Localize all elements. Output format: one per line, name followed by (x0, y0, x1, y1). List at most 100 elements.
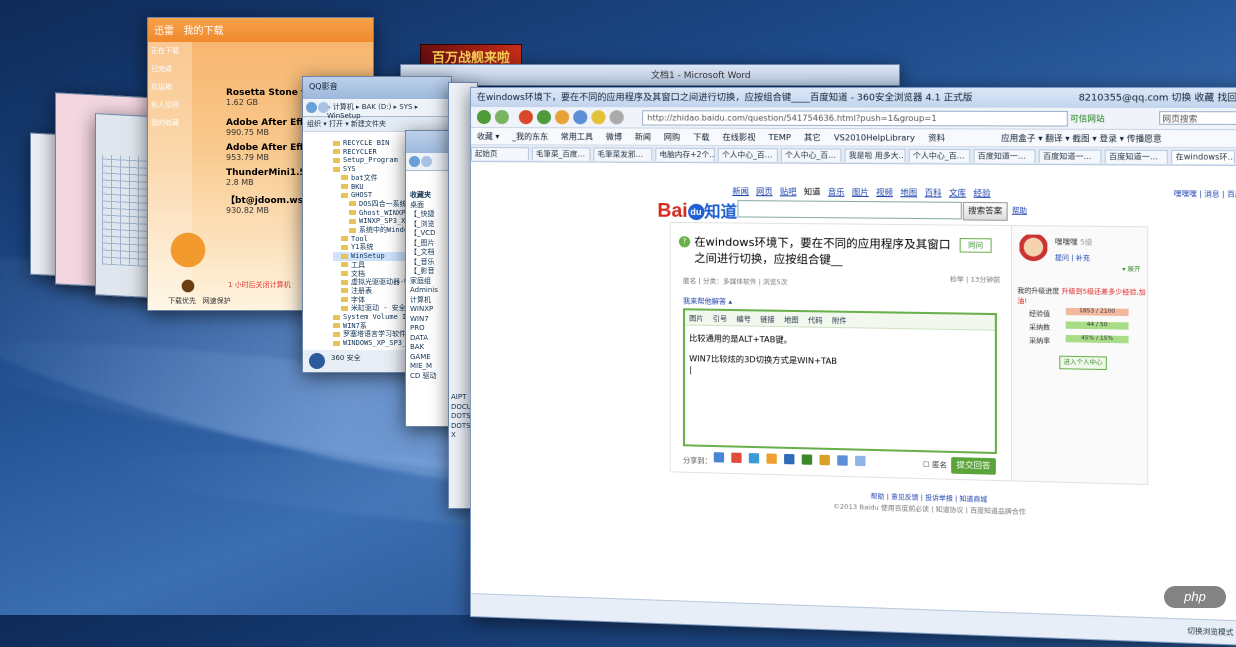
editor-image-button[interactable]: 图片 (689, 314, 703, 322)
same-question-button[interactable]: 同问 (960, 238, 992, 253)
list-item[interactable]: 【_文档 (410, 248, 438, 258)
baidu-search-input[interactable] (737, 200, 961, 219)
baidu-share-icon[interactable] (784, 454, 794, 464)
editor-code-button[interactable]: 代码 (808, 316, 823, 324)
history-icon[interactable] (591, 110, 605, 124)
fav-item[interactable]: 常用工具 (561, 132, 593, 141)
fav-item[interactable]: 新闻 (635, 133, 651, 142)
fav-item[interactable]: _我的东东 (512, 132, 548, 141)
browser-tab-active[interactable]: 在windows环… (1171, 150, 1235, 164)
nav-link[interactable]: 地图 (900, 188, 917, 197)
stop-icon[interactable] (519, 110, 533, 124)
editor-link-button[interactable]: 链接 (760, 316, 775, 324)
avatar[interactable] (1019, 234, 1047, 265)
nav-link[interactable]: 贴吧 (780, 187, 797, 196)
browser-window[interactable]: 在windows环境下，要在不同的应用程序及其窗口之间进行切换，应按组合键__ _… (470, 87, 1236, 647)
qzone-icon[interactable] (714, 452, 724, 462)
editor-attach-button[interactable]: 附件 (832, 317, 847, 325)
nav-link[interactable]: 百科 (925, 188, 942, 197)
kaixin-icon[interactable] (819, 455, 829, 466)
thunder-sidebar-item[interactable]: 已完成 (148, 60, 192, 78)
thunder-sidebar-item[interactable]: 正在下载 (148, 42, 192, 60)
list-item[interactable]: AIPT (451, 393, 472, 403)
home-icon[interactable] (555, 110, 569, 124)
list-item[interactable]: 【_影音 (410, 267, 438, 277)
fav-item[interactable]: 资料 (928, 133, 945, 142)
forward-icon[interactable] (495, 110, 509, 124)
fav-item[interactable]: 下载 (693, 133, 709, 142)
baidu-logo[interactable]: Bai du 知道 (657, 197, 737, 223)
list-item[interactable]: WIN7 (410, 315, 438, 325)
douban-icon[interactable] (802, 454, 812, 465)
weibo-icon[interactable] (731, 453, 741, 463)
user-name[interactable]: 嘿嘿嘿 5级 (1055, 237, 1092, 248)
renren-icon[interactable] (766, 453, 776, 463)
fav-item[interactable]: 其它 (804, 133, 821, 142)
editor-quote-button[interactable]: 引号 (713, 315, 727, 323)
list-item[interactable]: PRO (410, 324, 438, 334)
answer-editor[interactable]: 图片 引号 编号 链接 地图 代码 附件 比较通用的是ALT+TAB键。 WIN7比较炫的3… (683, 308, 997, 454)
user-links[interactable]: 提问 | 补充 (1055, 251, 1090, 262)
undo-icon[interactable] (573, 110, 587, 124)
list-item[interactable]: CD 驱动 (410, 372, 438, 382)
list-item[interactable]: DOTS (451, 422, 472, 432)
list-item[interactable]: DOTS (451, 412, 472, 422)
fav-item[interactable]: TEMP (768, 133, 790, 142)
nav-link[interactable]: 音乐 (828, 187, 845, 196)
fav-item[interactable]: 在线影视 (722, 133, 755, 142)
more-share-icon[interactable] (855, 456, 865, 467)
expand-toggle[interactable]: ▾ 展开 (1122, 264, 1140, 274)
list-item[interactable]: WINXP (410, 305, 438, 315)
browser-title-right[interactable]: 8210355@qq.com 切换 收藏 找回 帮助 (1079, 90, 1236, 104)
browser-tab[interactable]: 个人中心_百… (718, 148, 778, 162)
browser-tab[interactable]: 个人中心_百… (909, 149, 971, 163)
anonymous-checkbox[interactable]: ☐ 匿名 (923, 459, 947, 470)
nav-link[interactable]: 网页 (756, 187, 773, 196)
nav-header[interactable]: 收藏夹 (410, 191, 438, 201)
submit-answer-button[interactable]: 提交回答 (951, 457, 996, 475)
editor-map-button[interactable]: 地图 (784, 316, 799, 324)
browser-tab[interactable]: 毛筆菜_百度… (532, 147, 590, 160)
fav-item[interactable]: VS2010HelpLibrary (834, 133, 915, 143)
search-answer-button[interactable]: 搜索答案 (963, 202, 1008, 221)
nav-link[interactable]: 视频 (876, 188, 893, 197)
list-item[interactable]: MIE_M (410, 362, 438, 372)
list-item[interactable]: 【_音乐 (410, 258, 438, 268)
address-bar[interactable]: http://zhidao.baidu.com/question/5417546… (642, 110, 1068, 126)
back-icon[interactable] (477, 110, 491, 124)
browser-tab[interactable]: 起始页 (471, 147, 529, 160)
mail-icon[interactable] (837, 455, 847, 466)
browser-tab[interactable]: 电脑内存+2个… (655, 148, 714, 161)
nav-link[interactable]: 图片 (852, 188, 869, 197)
forward-icon[interactable] (421, 156, 432, 167)
tencent-icon[interactable] (749, 453, 759, 463)
browser-tab[interactable]: 百度知道一… (1105, 150, 1168, 164)
list-item[interactable]: Adminis (410, 286, 438, 296)
forward-icon[interactable] (318, 102, 329, 113)
browser-tab[interactable]: 个人中心_百… (781, 148, 841, 162)
back-icon[interactable] (409, 156, 420, 167)
nav-link[interactable]: 文库 (949, 188, 966, 197)
list-item[interactable]: X (451, 431, 472, 441)
thunder-sidebar-item[interactable]: 私人空间 (148, 96, 192, 114)
list-item[interactable]: 【_浏览 (410, 220, 438, 230)
list-item[interactable]: GAME (410, 353, 438, 363)
personal-center-button[interactable]: 进入个人中心 (1059, 356, 1107, 370)
nav-link[interactable]: 经验 (973, 188, 990, 197)
list-item[interactable]: 家庭组 (410, 277, 438, 287)
fav-item[interactable]: 微博 (606, 132, 622, 141)
help-link[interactable]: 帮助 (1012, 205, 1027, 216)
browser-search-input[interactable]: 网页搜索 (1159, 111, 1236, 125)
list-item[interactable]: BAK (410, 343, 438, 353)
fav-item[interactable]: 网购 (664, 133, 680, 142)
fav-item[interactable]: 收藏 ▾ (477, 132, 499, 141)
user-top-links[interactable]: 嘿嘿嘿 | 消息 | 百度首页 (1174, 189, 1236, 200)
back-icon[interactable] (306, 102, 317, 113)
question-meta-right[interactable]: 检举 | 13分钟前 (950, 273, 1000, 284)
fav-right[interactable]: 应用盒子 ▾ 翻译 ▾ 截图 ▾ 登录 ▾ 传播愿意 (1001, 134, 1162, 144)
speed-protect-button[interactable]: 网速保护 (203, 297, 231, 305)
nav-link-current[interactable]: 知道 (804, 187, 821, 196)
browser-tab[interactable]: 我是啦 用多大… (845, 149, 906, 163)
answer-toggle[interactable]: 我来帮他解答 ▴ (683, 296, 732, 307)
list-item[interactable]: 【_图片 (410, 239, 438, 249)
